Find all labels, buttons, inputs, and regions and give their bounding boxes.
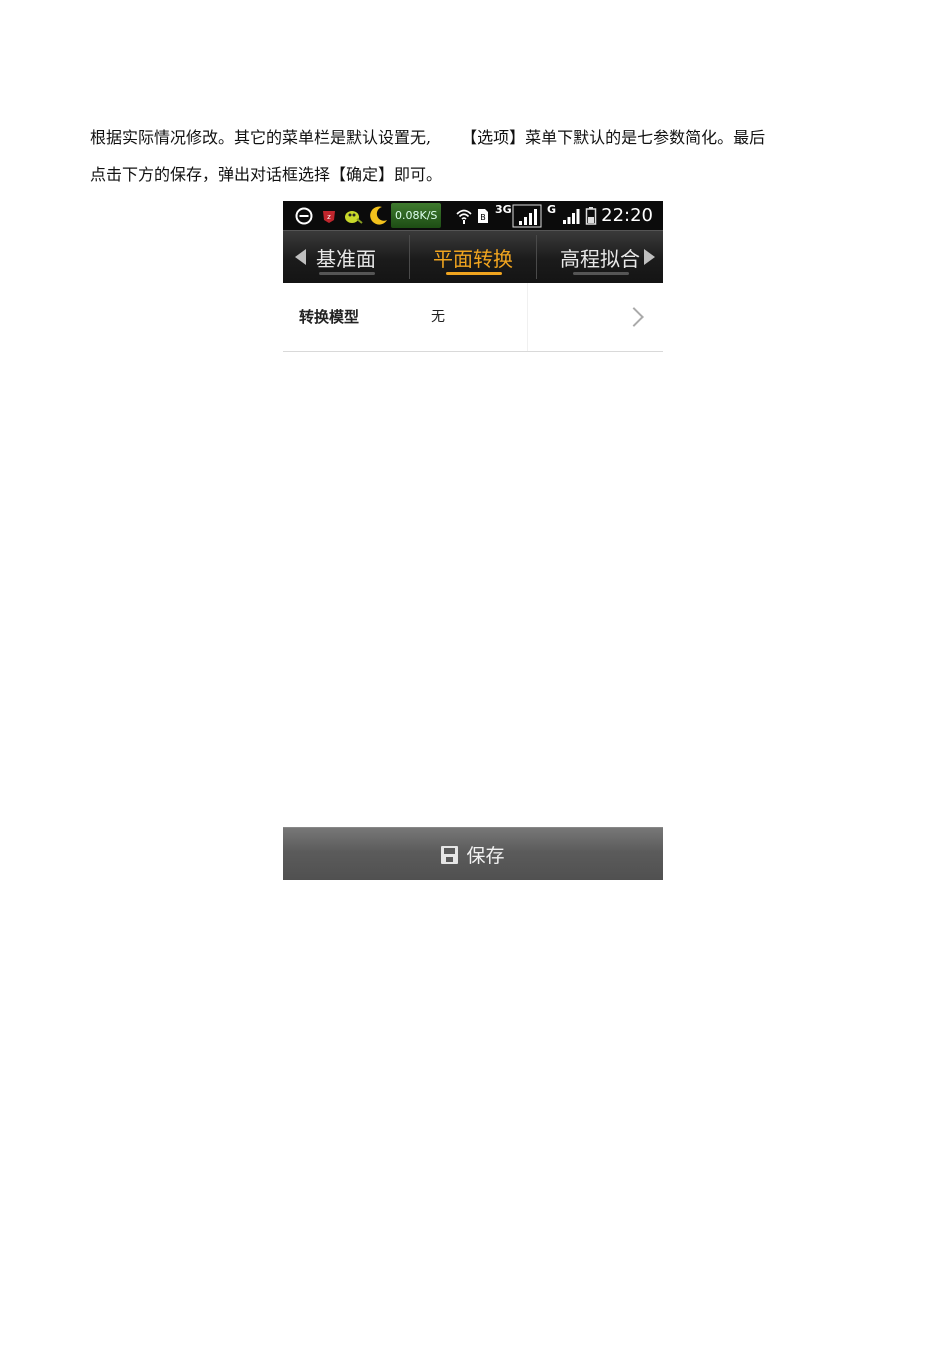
tab-label: 平面转换 xyxy=(433,246,513,271)
status-clock: 22:20 xyxy=(601,205,653,226)
signal-icon xyxy=(512,201,542,230)
signal-icon xyxy=(561,201,581,230)
tab-indicator xyxy=(573,272,629,275)
z-app-icon: z xyxy=(321,201,337,230)
tab-label: 高程拟合 xyxy=(560,246,640,271)
svg-text:B: B xyxy=(480,213,486,222)
battery-icon xyxy=(585,201,597,230)
document-paragraph-line-1: 根据实际情况修改。其它的菜单栏是默认设置无, 【选项】菜单下默认的是七参数简化。最… xyxy=(90,124,765,148)
svg-text:z: z xyxy=(327,213,331,221)
phone-screenshot: z 0.08K/S B 3G G 22:20 基准面 平面转换 高程拟合 转换模… xyxy=(283,201,663,880)
setting-value: 无 xyxy=(431,309,445,325)
document-text: 根据实际情况修改。其它的菜单栏是默认设置无, xyxy=(90,128,432,147)
setting-row-transform-model[interactable]: 转换模型 无 xyxy=(283,283,663,352)
row-divider xyxy=(527,283,528,351)
moon-app-icon xyxy=(367,201,389,230)
sim-icon: B xyxy=(476,201,490,230)
scroll-right-arrow-icon[interactable] xyxy=(644,249,655,265)
network-g-label: G xyxy=(547,203,557,216)
chevron-right-icon xyxy=(624,307,644,327)
network-3g-label: 3G xyxy=(495,203,512,216)
document-paragraph-line-2: 点击下方的保存，弹出对话框选择【确定】即可。 xyxy=(90,165,443,184)
save-button-label: 保存 xyxy=(466,845,505,867)
tab-bar: 基准面 平面转换 高程拟合 xyxy=(283,230,663,283)
setting-label: 转换模型 xyxy=(299,308,360,326)
bug-app-icon xyxy=(343,201,363,230)
minus-circle-icon xyxy=(295,201,313,230)
tab-indicator-active xyxy=(446,272,502,275)
tab-plane-transform[interactable]: 平面转换 xyxy=(410,231,536,283)
tab-datum[interactable]: 基准面 xyxy=(283,231,409,283)
network-speed: 0.08K/S xyxy=(391,203,442,228)
document-text: 【选项】菜单下默认的是七参数简化。最后 xyxy=(461,128,766,147)
tab-indicator xyxy=(319,272,375,275)
status-bar: z 0.08K/S B 3G G 22:20 xyxy=(283,201,663,230)
wifi-icon xyxy=(455,201,473,230)
tab-label: 基准面 xyxy=(316,246,376,271)
save-button[interactable]: 保存 xyxy=(283,827,663,880)
floppy-disk-icon xyxy=(441,845,459,864)
